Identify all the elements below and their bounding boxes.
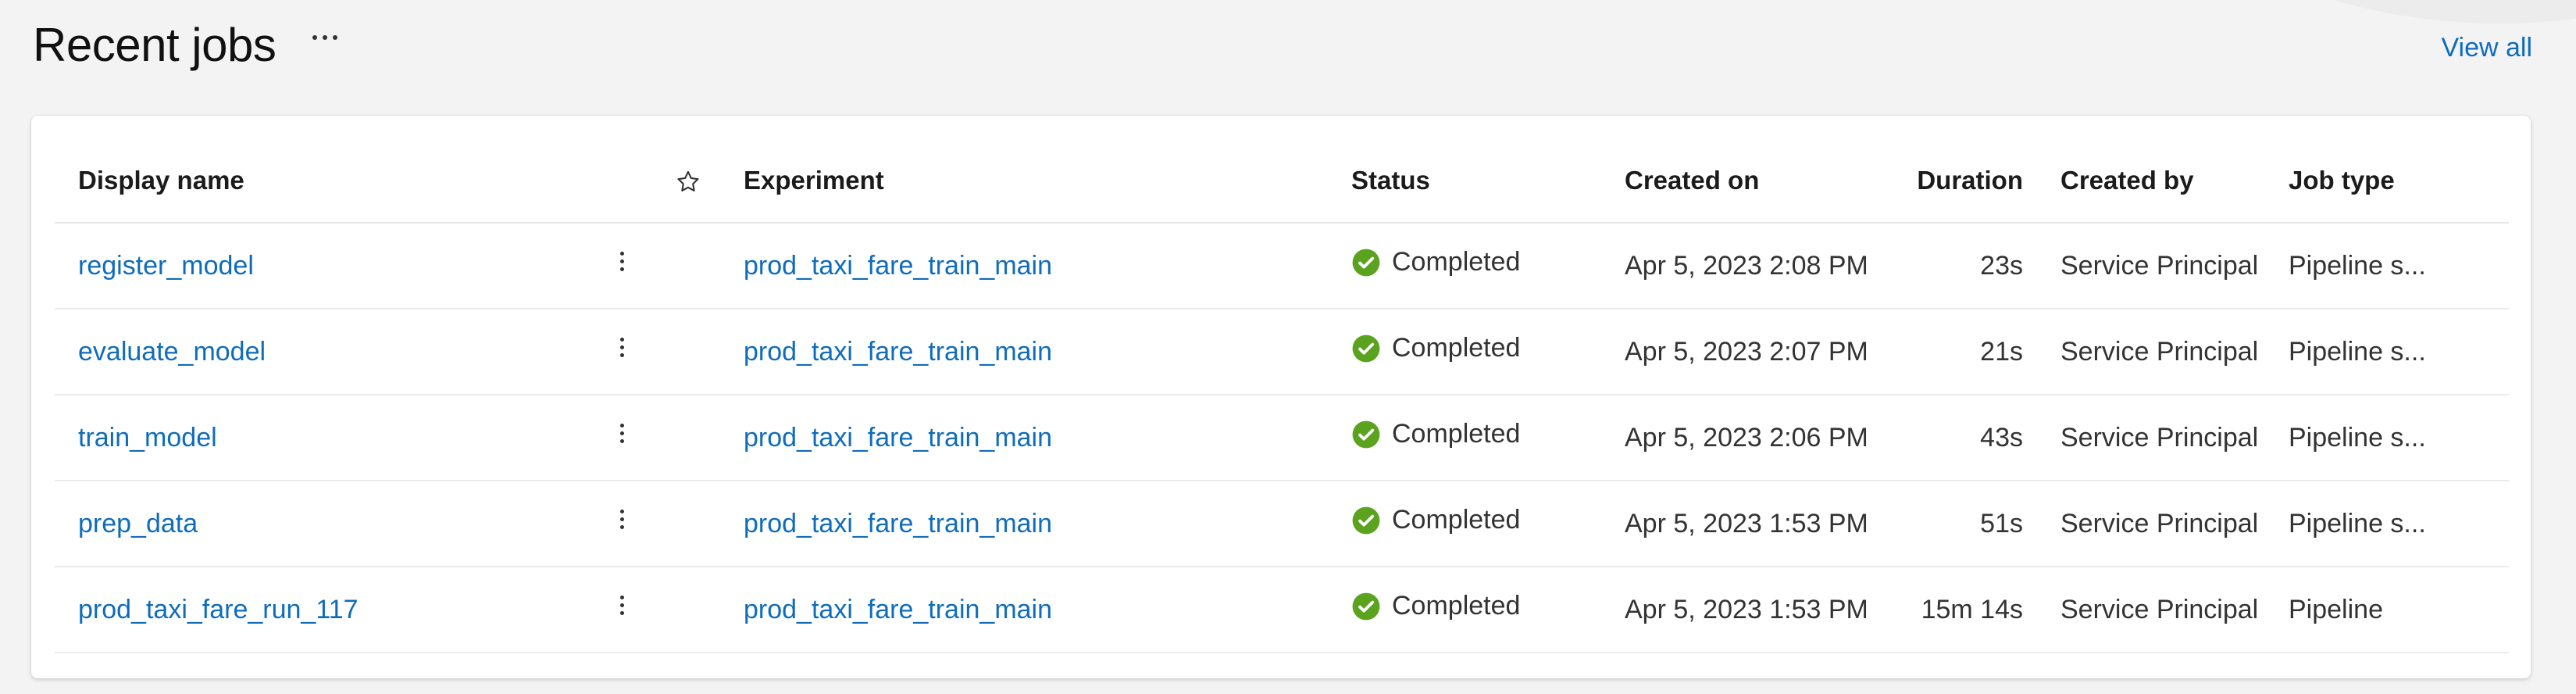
- favorite-cell[interactable]: [645, 567, 744, 653]
- favorite-cell[interactable]: [645, 481, 744, 567]
- more-horizontal-icon: [312, 35, 337, 40]
- experiment-link[interactable]: prod_taxi_fare_train_main: [744, 509, 1052, 538]
- status-badge: Completed: [1351, 333, 1520, 363]
- created-by-cell: Service Principal: [2023, 309, 2257, 395]
- created-by-cell: Service Principal: [2023, 481, 2257, 567]
- job-display-name-link[interactable]: evaluate_model: [78, 337, 266, 367]
- jobs-table: Display name Experiment Status Created o…: [55, 139, 2509, 653]
- column-header-favorite[interactable]: [645, 139, 744, 224]
- check-circle-icon: [1352, 249, 1380, 277]
- job-display-name-link[interactable]: train_model: [78, 423, 217, 453]
- experiment-link[interactable]: prod_taxi_fare_train_main: [744, 251, 1052, 281]
- row-more-options-icon[interactable]: [614, 417, 630, 449]
- column-header-display-name[interactable]: Display name: [55, 139, 645, 224]
- check-circle-icon: [1352, 506, 1380, 535]
- column-header-created-on[interactable]: Created on: [1625, 139, 1882, 224]
- page-title: Recent jobs: [33, 19, 277, 71]
- created-on-cell: Apr 5, 2023 2:06 PM: [1625, 395, 1882, 481]
- created-by-cell: Service Principal: [2023, 567, 2257, 653]
- job-type-cell: Pipeline: [2257, 567, 2509, 653]
- favorite-cell[interactable]: [645, 395, 744, 481]
- status-text: Completed: [1392, 333, 1521, 363]
- column-header-duration[interactable]: Duration: [1882, 139, 2023, 224]
- duration-cell: 51s: [1882, 481, 2023, 567]
- check-circle-icon: [1352, 334, 1380, 363]
- column-header-status[interactable]: Status: [1351, 139, 1625, 224]
- more-options-button[interactable]: [303, 16, 347, 59]
- check-circle-icon: [1352, 592, 1380, 621]
- row-more-options-icon[interactable]: [614, 589, 630, 621]
- row-more-options-icon[interactable]: [614, 245, 630, 277]
- job-type-cell: Pipeline s...: [2257, 223, 2509, 309]
- created-on-cell: Apr 5, 2023 1:53 PM: [1625, 567, 1882, 653]
- status-text: Completed: [1392, 247, 1521, 277]
- duration-cell: 21s: [1882, 309, 2023, 395]
- status-text: Completed: [1392, 591, 1521, 621]
- status-text: Completed: [1392, 505, 1521, 535]
- favorite-cell[interactable]: [645, 223, 744, 309]
- status-text: Completed: [1392, 419, 1521, 449]
- view-all-link[interactable]: View all: [2441, 33, 2532, 63]
- experiment-link[interactable]: prod_taxi_fare_train_main: [744, 423, 1052, 453]
- star-icon: [677, 171, 699, 192]
- table-row[interactable]: prod_taxi_fare_run_117 prod_taxi_fare_tr…: [55, 567, 2509, 653]
- table-row[interactable]: train_model prod_taxi_fare_train_main Co…: [55, 395, 2509, 481]
- experiment-link[interactable]: prod_taxi_fare_train_main: [744, 595, 1052, 624]
- table-row[interactable]: prep_data prod_taxi_fare_train_main Comp…: [55, 481, 2509, 567]
- status-badge: Completed: [1351, 505, 1520, 535]
- background-decoration: [2031, 0, 2576, 23]
- job-display-name-link[interactable]: prep_data: [78, 509, 198, 539]
- created-on-cell: Apr 5, 2023 2:07 PM: [1625, 309, 1882, 395]
- duration-cell: 43s: [1882, 395, 2023, 481]
- duration-cell: 15m 14s: [1882, 567, 2023, 653]
- check-circle-icon: [1352, 420, 1380, 449]
- job-type-cell: Pipeline s...: [2257, 395, 2509, 481]
- duration-cell: 23s: [1882, 223, 2023, 309]
- job-type-cell: Pipeline s...: [2257, 309, 2509, 395]
- experiment-link[interactable]: prod_taxi_fare_train_main: [744, 337, 1052, 367]
- table-row[interactable]: evaluate_model prod_taxi_fare_train_main…: [55, 309, 2509, 395]
- column-header-job-type[interactable]: Job type: [2257, 139, 2509, 224]
- recent-jobs-card: Display name Experiment Status Created o…: [31, 116, 2531, 678]
- created-on-cell: Apr 5, 2023 1:53 PM: [1625, 481, 1882, 567]
- table-header-row: Display name Experiment Status Created o…: [55, 139, 2509, 224]
- job-display-name-link[interactable]: register_model: [78, 251, 254, 281]
- created-on-cell: Apr 5, 2023 2:08 PM: [1625, 223, 1882, 309]
- status-badge: Completed: [1351, 591, 1520, 621]
- created-by-cell: Service Principal: [2023, 395, 2257, 481]
- row-more-options-icon[interactable]: [614, 331, 630, 363]
- table-row[interactable]: register_model prod_taxi_fare_train_main…: [55, 223, 2509, 309]
- created-by-cell: Service Principal: [2023, 223, 2257, 309]
- column-header-created-by[interactable]: Created by: [2023, 139, 2257, 224]
- status-badge: Completed: [1351, 247, 1520, 277]
- column-header-experiment[interactable]: Experiment: [744, 139, 1351, 224]
- favorite-cell[interactable]: [645, 309, 744, 395]
- job-type-cell: Pipeline s...: [2257, 481, 2509, 567]
- status-badge: Completed: [1351, 419, 1520, 449]
- recent-jobs-page: Recent jobs View all Display name Experi…: [0, 0, 2576, 694]
- row-more-options-icon[interactable]: [614, 503, 630, 535]
- job-display-name-link[interactable]: prod_taxi_fare_run_117: [78, 595, 359, 625]
